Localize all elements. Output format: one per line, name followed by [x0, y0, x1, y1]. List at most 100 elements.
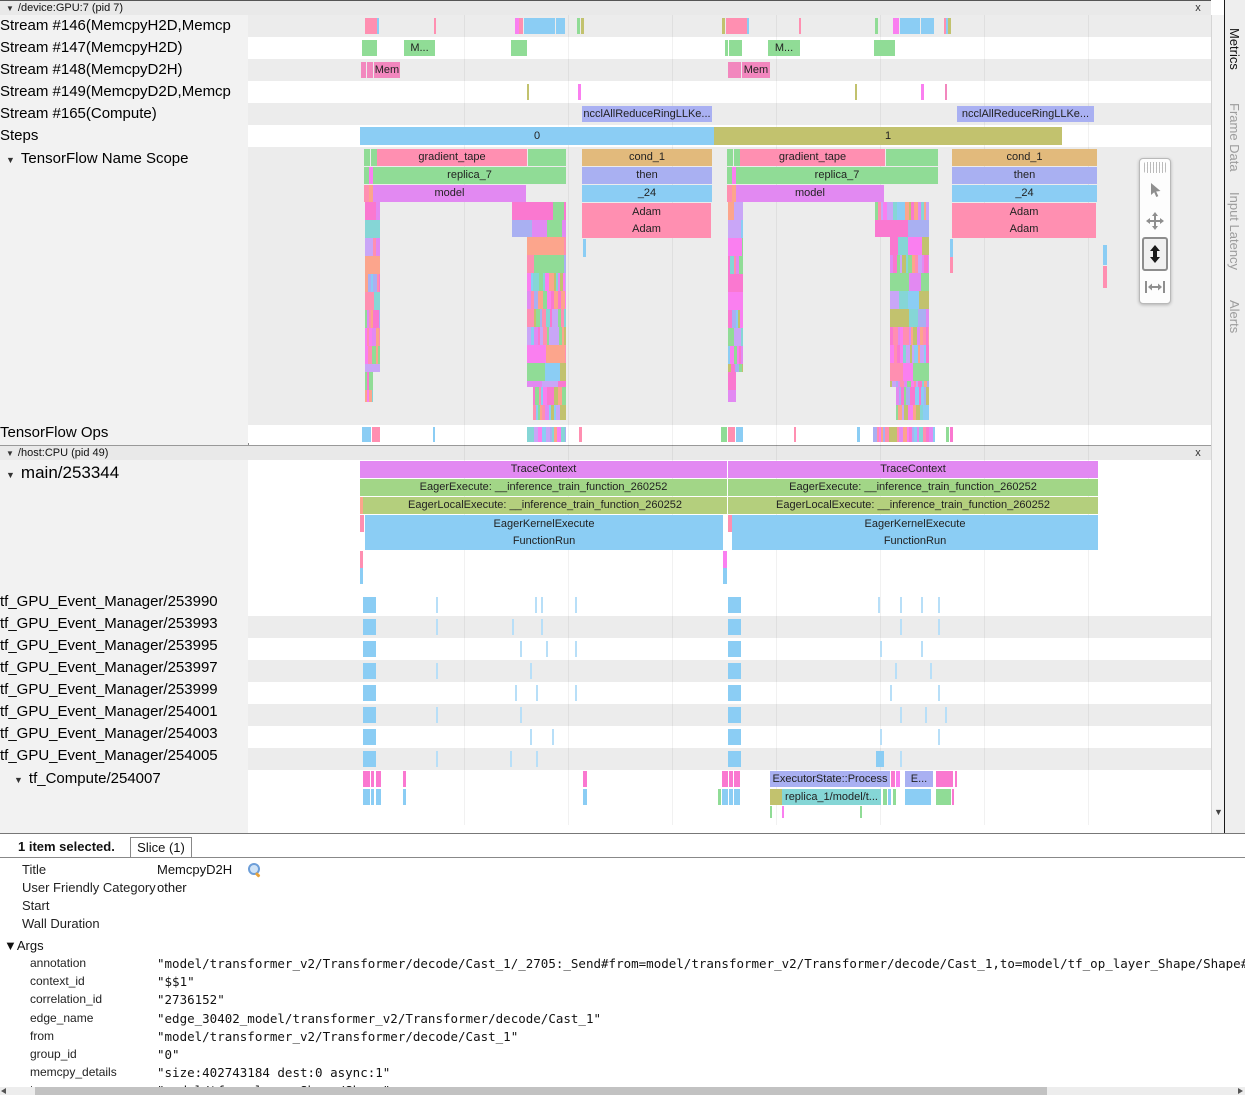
trace-event-bar[interactable] — [728, 751, 741, 767]
trace-event-bar[interactable]: ncclAllReduceRingLLKe... — [582, 106, 712, 122]
trace-event-bar[interactable]: 0 — [360, 127, 714, 145]
trace-event-bar[interactable] — [510, 751, 512, 767]
trace-event-bar[interactable] — [377, 18, 379, 34]
close-icon[interactable]: x — [1191, 1, 1205, 15]
flame-segment[interactable] — [908, 291, 919, 309]
trace-event-bar[interactable] — [900, 707, 902, 723]
trace-event-bar[interactable] — [921, 641, 923, 657]
trace-event-bar[interactable] — [360, 515, 364, 532]
flame-segment[interactable] — [564, 309, 566, 327]
flame-segment[interactable] — [563, 405, 566, 420]
trace-event-bar[interactable] — [936, 771, 953, 787]
trace-event-bar[interactable] — [376, 771, 381, 787]
flame-segment[interactable] — [923, 220, 929, 237]
flame-segment[interactable] — [742, 238, 743, 256]
flame-segment[interactable] — [365, 292, 374, 310]
flame-segment[interactable] — [562, 387, 566, 405]
trace-event-bar[interactable]: model — [373, 185, 526, 202]
flame-segment[interactable] — [532, 220, 547, 237]
trace-event-bar[interactable]: TraceContext — [360, 461, 727, 478]
trace-event-bar[interactable] — [900, 751, 902, 767]
trace-event-bar[interactable] — [520, 641, 522, 657]
flame-segment[interactable] — [740, 310, 743, 328]
scroll-down-icon[interactable]: ▼ — [1214, 807, 1223, 817]
trace-event-bar[interactable] — [888, 789, 891, 805]
collapse-triangle-icon[interactable]: ▼ — [6, 446, 14, 461]
trace-event-bar[interactable] — [536, 751, 538, 767]
trace-event-bar[interactable]: EagerKernelExecute — [365, 515, 723, 533]
trace-event-bar[interactable]: ncclAllReduceRingLLKe... — [957, 106, 1094, 122]
flame-segment[interactable] — [913, 363, 929, 381]
trace-event-bar[interactable]: FunctionRun — [732, 533, 1098, 550]
flame-segment[interactable] — [376, 238, 380, 256]
flame-segment[interactable] — [521, 220, 532, 237]
trace-event-bar[interactable] — [734, 789, 740, 805]
flame-segment[interactable] — [728, 274, 743, 292]
flame-segment[interactable] — [933, 427, 935, 442]
trace-event-bar[interactable] — [893, 18, 899, 34]
trace-event-bar[interactable]: replica_7 — [736, 167, 938, 184]
trace-event-bar[interactable] — [578, 84, 581, 100]
flame-segment[interactable] — [379, 310, 380, 328]
trace-event-bar[interactable] — [950, 239, 953, 257]
flame-segment[interactable] — [741, 346, 743, 364]
flame-segment[interactable] — [926, 405, 929, 420]
trace-event-bar[interactable] — [900, 18, 920, 34]
flame-segment[interactable] — [564, 202, 566, 220]
trace-event-bar[interactable] — [890, 685, 892, 701]
trace-event-bar[interactable] — [535, 597, 537, 613]
flame-segment[interactable] — [899, 291, 908, 309]
trace-event-bar[interactable]: 1 — [714, 127, 1062, 145]
trace-event-bar[interactable] — [436, 707, 438, 723]
trace-event-bar[interactable] — [938, 619, 940, 635]
flame-segment[interactable] — [527, 237, 540, 255]
flame-segment[interactable] — [898, 237, 908, 255]
trace-event-bar[interactable] — [515, 685, 517, 701]
trace-event-bar[interactable]: then — [582, 167, 712, 184]
close-icon[interactable]: x — [1191, 446, 1205, 460]
trace-event-bar[interactable] — [536, 685, 538, 701]
flame-segment[interactable] — [369, 372, 373, 390]
collapse-triangle-icon[interactable]: ▼ — [6, 470, 15, 480]
flame-segment[interactable] — [365, 256, 380, 274]
trace-event-bar[interactable] — [530, 663, 532, 679]
flame-segment[interactable] — [379, 328, 380, 346]
collapse-triangle-icon[interactable]: ▼ — [6, 1, 14, 16]
trace-event-bar[interactable] — [363, 663, 376, 679]
flame-segment[interactable] — [565, 291, 566, 309]
flame-segment[interactable] — [928, 327, 929, 345]
flame-segment[interactable] — [564, 237, 566, 255]
trace-event-bar[interactable] — [436, 751, 438, 767]
zoom-tool-button[interactable] — [1142, 237, 1168, 271]
trace-event-bar[interactable] — [770, 806, 772, 818]
flame-segment[interactable] — [890, 291, 899, 309]
trace-event-bar[interactable] — [363, 729, 376, 745]
flame-segment[interactable] — [892, 220, 908, 237]
trace-event-bar[interactable] — [876, 751, 884, 767]
trace-event-bar[interactable] — [728, 663, 741, 679]
trace-event-bar[interactable] — [921, 597, 923, 613]
trace-event-bar[interactable] — [900, 619, 902, 635]
trace-event-bar[interactable] — [556, 18, 565, 34]
flame-segment[interactable] — [551, 237, 564, 255]
trace-event-bar[interactable] — [583, 239, 586, 257]
flame-segment[interactable] — [372, 390, 373, 402]
trace-event-bar[interactable] — [403, 771, 406, 787]
flame-segment[interactable] — [734, 328, 741, 346]
sidebar-tab-metrics[interactable]: Metrics — [1227, 28, 1242, 70]
trace-event-bar[interactable] — [946, 427, 949, 442]
trace-event-bar[interactable] — [363, 707, 376, 723]
trace-event-bar[interactable] — [362, 427, 371, 442]
trace-event-bar[interactable] — [857, 427, 860, 442]
flame-segment[interactable] — [728, 372, 736, 390]
trace-event-bar[interactable]: Mem — [374, 62, 400, 78]
trace-event-bar[interactable] — [433, 427, 435, 442]
trace-event-bar[interactable] — [436, 597, 438, 613]
trace-event-bar[interactable] — [1103, 245, 1107, 265]
trace-event-bar[interactable] — [363, 641, 376, 657]
trace-event-bar[interactable] — [725, 40, 728, 56]
flame-segment[interactable] — [739, 256, 743, 274]
trace-event-bar[interactable] — [376, 789, 381, 805]
trace-event-bar[interactable] — [361, 62, 366, 78]
trace-event-bar[interactable]: gradient_tape — [740, 149, 885, 166]
